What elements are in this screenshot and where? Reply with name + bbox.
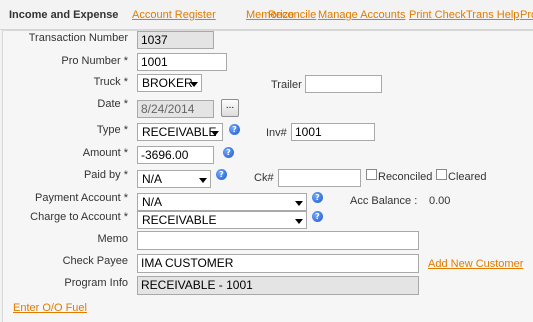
charge-to-account-value: RECEIVABLE xyxy=(142,213,217,227)
chevron-down-icon xyxy=(211,131,219,136)
chevron-down-icon xyxy=(190,82,198,87)
inv-label: Inv# xyxy=(266,127,287,139)
type-value: RECEIVABLE xyxy=(142,125,217,139)
reconciled-label: Reconciled xyxy=(378,171,433,183)
nav-account-register[interactable]: Account Register xyxy=(132,9,216,21)
date-input[interactable]: 8/24/2014 xyxy=(137,100,214,118)
truck-label: Truck * xyxy=(93,76,128,88)
payment-account-help-icon[interactable]: ? xyxy=(312,192,323,203)
transaction-number-label: Transaction Number xyxy=(28,32,128,44)
charge-to-account-label: Charge to Account * xyxy=(30,211,128,223)
check-payee-label: Check Payee xyxy=(62,255,128,267)
inv-input[interactable]: 1001 xyxy=(291,123,375,141)
memo-label: Memo xyxy=(97,233,128,245)
program-info-label: Program Info xyxy=(64,277,128,289)
payment-account-label: Payment Account * xyxy=(35,192,128,204)
amount-help-icon[interactable]: ? xyxy=(223,147,234,158)
nav-reconcile[interactable]: Reconcile xyxy=(268,9,316,21)
chevron-down-icon xyxy=(295,201,303,206)
payment-account-select[interactable]: N/A xyxy=(137,193,307,211)
paid-by-label: Paid by * xyxy=(83,169,128,181)
chevron-down-icon xyxy=(199,178,207,183)
amount-label: Amount * xyxy=(82,147,128,159)
nav-trans-help[interactable]: Trans Help xyxy=(466,9,519,21)
nav-manage-accounts[interactable]: Manage Accounts xyxy=(318,9,405,21)
acc-balance-value: 0.00 xyxy=(429,195,451,207)
ck-label: Ck# xyxy=(254,172,274,184)
paid-by-value: N/A xyxy=(142,172,163,186)
add-new-customer-link[interactable]: Add New Customer xyxy=(428,258,523,270)
truck-value: BROKER xyxy=(142,76,193,90)
truck-select[interactable]: BROKER xyxy=(137,74,202,92)
date-label: Date * xyxy=(97,98,128,110)
type-label: Type * xyxy=(96,124,128,136)
memo-input[interactable] xyxy=(137,231,419,250)
paid-by-select[interactable]: N/A xyxy=(137,170,211,188)
charge-to-account-help-icon[interactable]: ? xyxy=(312,211,323,222)
page-title: Income and Expense xyxy=(9,9,119,21)
trailer-label: Trailer xyxy=(271,79,302,91)
cleared-label: Cleared xyxy=(448,171,487,183)
pro-number-label: Pro Number * xyxy=(61,55,128,67)
chevron-down-icon xyxy=(295,219,303,224)
date-picker-button[interactable]: ... xyxy=(221,99,239,117)
payment-account-value: N/A xyxy=(142,195,163,209)
reconciled-checkbox[interactable] xyxy=(366,169,377,180)
paid-by-help-icon[interactable]: ? xyxy=(216,169,227,180)
trailer-input[interactable] xyxy=(305,75,382,93)
amount-input[interactable]: -3696.00 xyxy=(137,146,214,164)
nav-print-check[interactable]: Print Check xyxy=(409,9,466,21)
transaction-number-field: 1037 xyxy=(137,31,214,49)
type-select[interactable]: RECEIVABLE xyxy=(137,123,223,141)
acc-balance-label: Acc Balance : xyxy=(350,195,418,207)
nav-pro[interactable]: Pro xyxy=(520,9,533,21)
enter-oo-fuel-link[interactable]: Enter O/O Fuel xyxy=(13,302,87,314)
program-info-field: RECEIVABLE - 1001 xyxy=(137,276,419,295)
type-help-icon[interactable]: ? xyxy=(229,124,240,135)
charge-to-account-select[interactable]: RECEIVABLE xyxy=(137,211,307,229)
ck-input[interactable] xyxy=(278,169,361,187)
pro-number-input[interactable]: 1001 xyxy=(137,53,227,71)
cleared-checkbox[interactable] xyxy=(436,169,447,180)
check-payee-input[interactable]: IMA CUSTOMER xyxy=(137,254,419,273)
